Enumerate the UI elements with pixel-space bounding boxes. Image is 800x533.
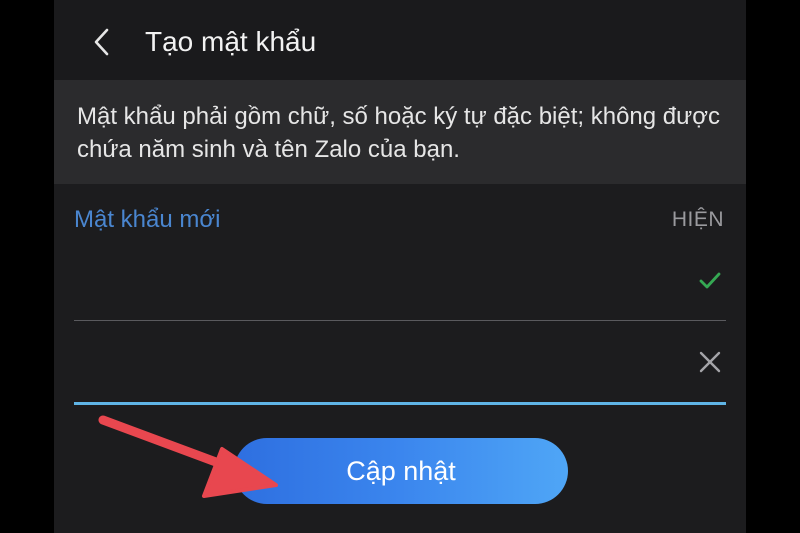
show-password-toggle[interactable]: HIỆN	[672, 205, 724, 235]
password-screen: Tạo mật khẩu Mật khẩu phải gồm chữ, số h…	[54, 0, 746, 533]
close-icon[interactable]	[696, 348, 724, 376]
new-password-label: Mật khẩu mới	[74, 206, 221, 233]
password-rules-text: Mật khẩu phải gồm chữ, số hoặc ký tự đặc…	[77, 103, 720, 163]
new-password-row	[74, 250, 726, 321]
update-button[interactable]: Cập nhật	[234, 438, 568, 504]
confirm-password-input[interactable]	[74, 340, 678, 392]
chevron-left-icon	[94, 28, 109, 56]
password-rules-banner: Mật khẩu phải gồm chữ, số hoặc ký tự đặc…	[54, 80, 746, 184]
top-bar: Tạo mật khẩu	[54, 0, 746, 80]
check-icon	[699, 272, 721, 289]
back-button[interactable]	[84, 24, 120, 60]
new-password-input[interactable]	[74, 260, 678, 312]
confirm-password-row	[74, 330, 726, 405]
page-title: Tạo mật khẩu	[145, 26, 317, 57]
